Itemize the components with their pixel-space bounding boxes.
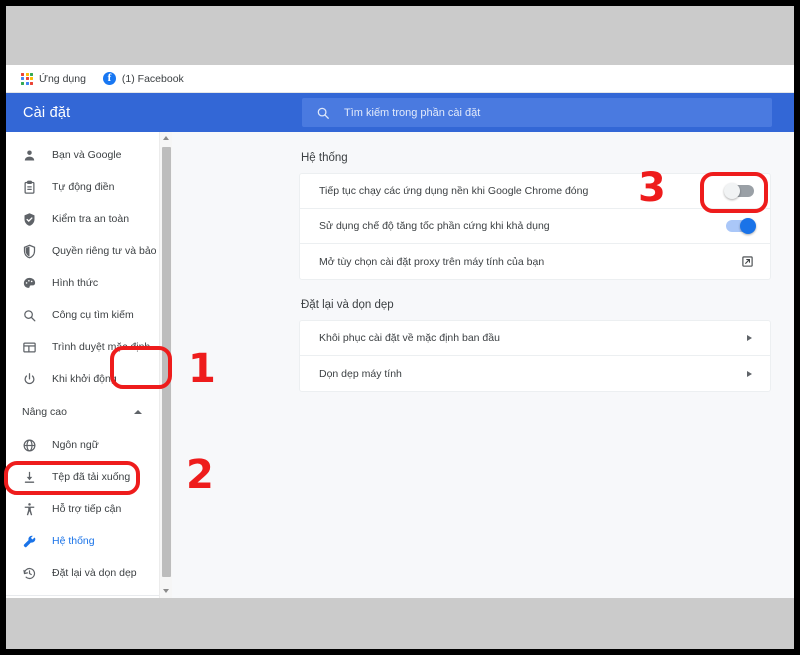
search-box[interactable]: Tìm kiếm trong phần cài đặt	[302, 98, 772, 127]
browser-window-icon	[22, 340, 37, 355]
facebook-icon: f	[102, 72, 116, 85]
sidebar-item-dat-lai-va-don-dep[interactable]: Đặt lại và dọn dẹp	[6, 557, 172, 589]
chevron-right-icon	[747, 370, 752, 377]
sidebar-item-trinh-duyet-mac-dinh[interactable]: Trình duyệt mặc định	[6, 331, 172, 363]
sidebar-item-label: Trình duyệt mặc định	[52, 341, 151, 353]
annotation-number-3: 3	[638, 165, 666, 211]
annotation-number-1: 1	[188, 346, 216, 392]
scroll-down-arrow-icon[interactable]	[163, 589, 169, 593]
sidebar-item-label: Ngôn ngữ	[52, 439, 99, 451]
accessibility-icon	[22, 502, 37, 517]
sidebar-item-ngon-ngu[interactable]: Ngôn ngữ	[6, 429, 172, 461]
row-proxy-settings[interactable]: Mở tùy chọn cài đặt proxy trên máy tính …	[300, 244, 770, 279]
sidebar-item-label: Đặt lại và dọn dẹp	[52, 567, 137, 579]
sidebar-item-ho-tro-tiep-can[interactable]: Hỗ trợ tiếp cận	[6, 493, 172, 525]
chevron-up-icon[interactable]	[134, 410, 142, 414]
sidebar-item-label: Công cụ tìm kiếm	[52, 309, 134, 321]
main-content: Hệ thống Tiếp tục chạy các ứng dụng nền …	[172, 132, 794, 598]
bookmark-label: (1) Facebook	[121, 72, 184, 85]
sidebar-item-khi-khoi-dong[interactable]: Khi khởi động	[6, 363, 172, 395]
globe-icon	[22, 438, 37, 453]
sidebar-item-label: Hình thức	[52, 277, 99, 289]
toggle-knob	[740, 218, 756, 234]
row-label: Dọn dẹp máy tính	[319, 367, 402, 380]
search-placeholder: Tìm kiếm trong phần cài đặt	[344, 106, 481, 119]
top-letterbox-band	[6, 6, 794, 65]
sidebar-item-tep-da-tai-xuong[interactable]: Tệp đã tải xuống	[6, 461, 172, 493]
external-link-icon[interactable]	[741, 255, 754, 268]
sidebar-item-label: Bạn và Google	[52, 149, 122, 161]
sidebar-item-label: Hệ thống	[52, 535, 95, 547]
section-title-dat-lai: Đặt lại và dọn dẹp	[301, 299, 394, 311]
sidebar: Bạn và Google Tự động điền Kiểm tra an t…	[6, 132, 177, 598]
shield-check-icon	[22, 212, 37, 227]
row-restore-defaults[interactable]: Khôi phục cài đặt về mặc định ban đầu	[300, 321, 770, 356]
chevron-right-icon	[747, 335, 752, 341]
scroll-up-arrow-icon[interactable]	[163, 136, 169, 140]
scrollbar-thumb[interactable]	[162, 147, 171, 577]
sidebar-item-cong-cu-tim-kiem[interactable]: Công cụ tìm kiếm	[6, 299, 172, 331]
bookmarks-bar: Ứng dụng f (1) Facebook	[6, 65, 794, 93]
row-label: Mở tùy chọn cài đặt proxy trên máy tính …	[319, 255, 545, 268]
history-icon	[22, 566, 37, 581]
row-hardware-acceleration[interactable]: Sử dụng chế độ tăng tốc phần cứng khi kh…	[300, 209, 770, 244]
magnifier-icon	[22, 308, 37, 323]
sidebar-item-hinh-thuc[interactable]: Hình thức	[6, 267, 172, 299]
download-icon	[22, 470, 37, 485]
sidebar-divider	[6, 595, 172, 596]
row-label: Sử dụng chế độ tăng tốc phần cứng khi kh…	[319, 220, 550, 232]
section-title-he-thong: Hệ thống	[301, 152, 348, 164]
sidebar-item-label: Khi khởi động	[52, 373, 117, 385]
toggle-knob	[724, 183, 740, 199]
sidebar-item-he-thong[interactable]: Hệ thống	[6, 525, 172, 557]
row-label: Khôi phục cài đặt về mặc định ban đầu	[319, 332, 500, 344]
sidebar-item-label: Kiểm tra an toàn	[52, 213, 130, 225]
sidebar-scrollbar[interactable]	[159, 132, 172, 598]
person-icon	[22, 148, 37, 163]
settings-header: Cài đặt Tìm kiếm trong phần cài đặt	[6, 93, 794, 132]
row-background-apps[interactable]: Tiếp tục chạy các ứng dụng nền khi Googl…	[300, 174, 770, 209]
apps-grid-icon	[21, 72, 33, 85]
bookmark-label: Ứng dụng	[39, 72, 86, 85]
sidebar-item-label: Tự động điền	[52, 181, 115, 193]
row-clean-computer[interactable]: Dọn dẹp máy tính	[300, 356, 770, 391]
system-settings-card: Tiếp tục chạy các ứng dụng nền khi Googl…	[299, 173, 771, 280]
browser-window: Ứng dụng f (1) Facebook Cài đặt Tìm kiếm…	[6, 65, 794, 598]
page-title: Cài đặt	[23, 104, 71, 121]
sidebar-item-label: Hỗ trợ tiếp cận	[52, 503, 122, 515]
search-icon	[316, 106, 330, 120]
clipboard-icon	[22, 180, 37, 195]
power-icon	[22, 372, 37, 387]
bottom-letterbox-band	[6, 598, 794, 649]
hardware-acceleration-toggle[interactable]	[726, 218, 756, 234]
screenshot-root: Ứng dụng f (1) Facebook Cài đặt Tìm kiếm…	[0, 0, 800, 655]
wrench-icon	[22, 534, 37, 549]
background-apps-toggle[interactable]	[724, 183, 754, 199]
advanced-section-label: Nâng cao	[22, 406, 67, 418]
settings-panel: Hệ thống Tiếp tục chạy các ứng dụng nền …	[299, 152, 771, 392]
sidebar-item-label: Tệp đã tải xuống	[52, 471, 131, 483]
annotation-number-2: 2	[186, 452, 214, 498]
palette-icon	[22, 276, 37, 291]
sidebar-item-ban-va-google[interactable]: Bạn và Google	[6, 139, 172, 171]
reset-cleanup-card: Khôi phục cài đặt về mặc định ban đầu Dọ…	[299, 320, 771, 392]
advanced-section-header[interactable]: Nâng cao	[6, 395, 172, 429]
sidebar-item-kiem-tra-an-toan[interactable]: Kiểm tra an toàn	[6, 203, 172, 235]
bookmark-facebook[interactable]: f (1) Facebook	[98, 70, 189, 87]
shield-half-icon	[22, 244, 37, 259]
settings-body: Bạn và Google Tự động điền Kiểm tra an t…	[6, 132, 794, 598]
sidebar-item-quyen-rieng-tu[interactable]: Quyền riêng tư và bảo mật	[6, 235, 177, 267]
sidebar-item-tu-dong-dien[interactable]: Tự động điền	[6, 171, 172, 203]
bookmark-apps[interactable]: Ứng dụng	[16, 71, 91, 87]
